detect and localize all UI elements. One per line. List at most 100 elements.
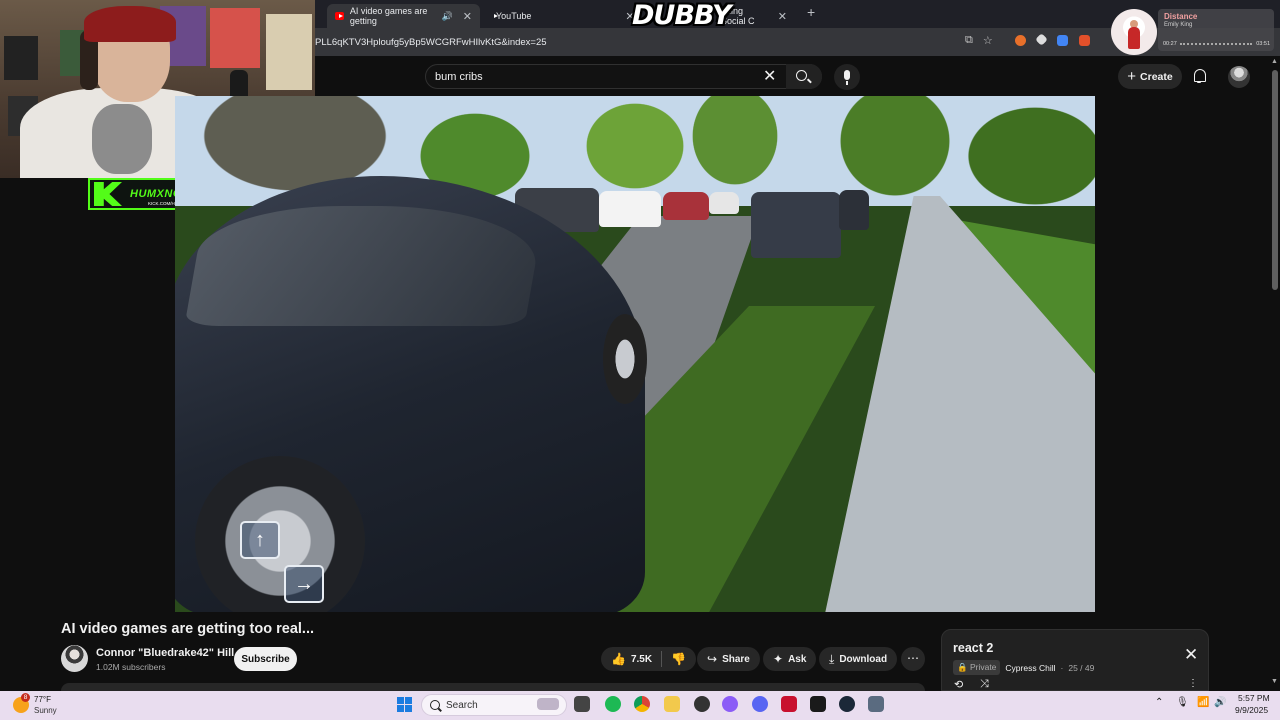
download-button[interactable]: ⤓ Download <box>819 647 898 671</box>
channel-name[interactable]: Connor "Bluedrake42" Hill <box>96 647 234 659</box>
right-arrow-key-icon: → <box>284 565 324 603</box>
chrome-icon[interactable] <box>634 696 650 712</box>
discord-icon[interactable] <box>752 696 768 712</box>
address-actions: ⧉ ☆ <box>965 34 993 47</box>
tab-label: AI video games are getting <box>349 6 428 26</box>
task-view-icon[interactable] <box>574 696 590 712</box>
page-scrollbar[interactable] <box>1270 58 1280 688</box>
car-wheel <box>195 456 365 612</box>
now-playing-art <box>1111 9 1157 55</box>
now-playing-title: Distance <box>1164 12 1198 21</box>
playlist-more-icon[interactable]: ⋮ <box>1188 678 1198 689</box>
voice-search-icon[interactable] <box>834 64 860 90</box>
playlist-position: 25 / 49 <box>1068 662 1095 673</box>
clock-date[interactable]: 9/9/2025 <box>1235 705 1268 715</box>
channel-avatar[interactable] <box>61 645 88 672</box>
playlist-title[interactable]: react 2 <box>953 641 993 655</box>
wifi-icon[interactable]: 📶 <box>1197 697 1209 708</box>
clear-search-icon[interactable]: ✕ <box>763 66 776 86</box>
app-icon[interactable] <box>868 696 884 712</box>
weather-temperature[interactable]: 77°F <box>34 695 51 704</box>
up-arrow-key-icon: ↑ <box>240 521 280 559</box>
share-button[interactable]: ↪ Share <box>697 647 760 671</box>
now-playing-elapsed: 00:27 <box>1163 41 1177 47</box>
tab-youtube[interactable]: YouTube ✕ <box>482 4 635 28</box>
spotify-icon[interactable] <box>605 696 621 712</box>
search-button[interactable] <box>786 64 822 89</box>
start-tile <box>405 705 412 712</box>
start-tile <box>397 705 404 712</box>
privacy-label: Private <box>969 662 997 672</box>
tab-ai-video[interactable]: AI video games are getting 🔊 ✕ <box>327 4 480 28</box>
dislike-icon[interactable]: 👎 <box>671 652 686 666</box>
taskbar-search-label: Search <box>446 699 478 711</box>
download-label: Download <box>839 653 888 665</box>
app-icon[interactable] <box>810 696 826 712</box>
extension-icon[interactable] <box>1079 35 1090 46</box>
description-box[interactable] <box>61 683 925 691</box>
loop-icon[interactable]: ⟲ <box>954 678 963 691</box>
start-tile <box>405 697 412 704</box>
search-value[interactable]: bum cribs <box>435 71 483 83</box>
create-label: Create <box>1140 70 1173 83</box>
car-window <box>184 206 546 326</box>
microphone-tray-icon[interactable]: 🎙 <box>1176 697 1189 708</box>
star-icon[interactable]: ☆ <box>983 34 993 47</box>
extension-icon[interactable] <box>1057 35 1068 46</box>
scroll-down-icon[interactable]: ▼ <box>1271 678 1278 685</box>
close-tab-icon[interactable]: ✕ <box>778 10 787 23</box>
video-title: AI video games are getting too real... <box>61 621 315 637</box>
privacy-badge: 🔒 Private <box>953 660 1001 675</box>
app-icon[interactable] <box>694 696 710 712</box>
weather-condition[interactable]: Sunny <box>34 706 57 715</box>
parked-car <box>751 192 841 258</box>
parked-car <box>839 190 869 230</box>
scrollbar-thumb[interactable] <box>1272 70 1278 290</box>
like-count[interactable]: 7.5K <box>631 654 652 665</box>
speaker-icon[interactable]: 🔊 <box>442 11 453 22</box>
create-button[interactable]: + Create <box>1118 64 1182 89</box>
playlist-panel: react 2 🔒 Private Cypress Chill · 25 / 4… <box>941 629 1209 691</box>
shirt-print <box>92 104 152 174</box>
close-playlist-icon[interactable]: ✕ <box>1184 645 1198 665</box>
clock-time[interactable]: 5:57 PM <box>1238 693 1270 703</box>
extension-icon[interactable] <box>1035 33 1048 46</box>
now-playing-artist: Emily King <box>1164 22 1193 28</box>
extension-icon[interactable] <box>1015 35 1026 46</box>
ask-button[interactable]: ✦ Ask <box>763 647 817 671</box>
parked-car <box>663 192 709 220</box>
playlist-owner[interactable]: Cypress Chill <box>1005 663 1055 673</box>
now-playing-progress <box>1180 43 1252 46</box>
extension-icons <box>1015 33 1090 46</box>
account-avatar[interactable] <box>1228 66 1250 88</box>
video-player[interactable] <box>175 96 1095 612</box>
search-highlight-icon <box>537 698 559 710</box>
streamer-cap <box>84 6 176 42</box>
divider <box>661 651 663 667</box>
volume-icon[interactable]: 🔊 <box>1214 697 1226 708</box>
more-actions-icon[interactable]: ⋯ <box>901 647 925 671</box>
notifications-bell-icon[interactable] <box>1193 68 1207 84</box>
share-icon: ↪ <box>707 652 718 666</box>
app-icon[interactable] <box>781 696 797 712</box>
steam-icon[interactable] <box>839 696 855 712</box>
new-tab-icon[interactable]: + <box>807 4 815 20</box>
weather-badge: 8 <box>21 693 30 702</box>
art-figure-body <box>1128 27 1140 49</box>
scroll-up-icon[interactable]: ▲ <box>1271 58 1278 65</box>
shuffle-icon[interactable]: ⤨ <box>980 678 989 691</box>
youtube-favicon-icon <box>335 12 344 20</box>
close-tab-icon[interactable]: ✕ <box>463 10 472 23</box>
car-wheel-front <box>603 314 647 404</box>
tab-label: YouTube <box>496 11 532 21</box>
now-playing-duration: 03:51 <box>1256 41 1270 47</box>
subscribe-button[interactable]: Subscribe <box>234 647 297 671</box>
start-button-icon[interactable] <box>397 697 412 712</box>
parked-car <box>709 192 739 214</box>
url-text[interactable]: PLL6qKTV3Hploufg5yBp5WCGRFwHIlvKtG&index… <box>315 37 547 48</box>
file-explorer-icon[interactable] <box>664 696 680 712</box>
tray-overflow-icon[interactable]: ⌃ <box>1155 697 1163 708</box>
like-icon[interactable]: 👍 <box>611 652 626 666</box>
install-icon[interactable]: ⧉ <box>965 34 973 47</box>
app-icon[interactable] <box>722 696 738 712</box>
